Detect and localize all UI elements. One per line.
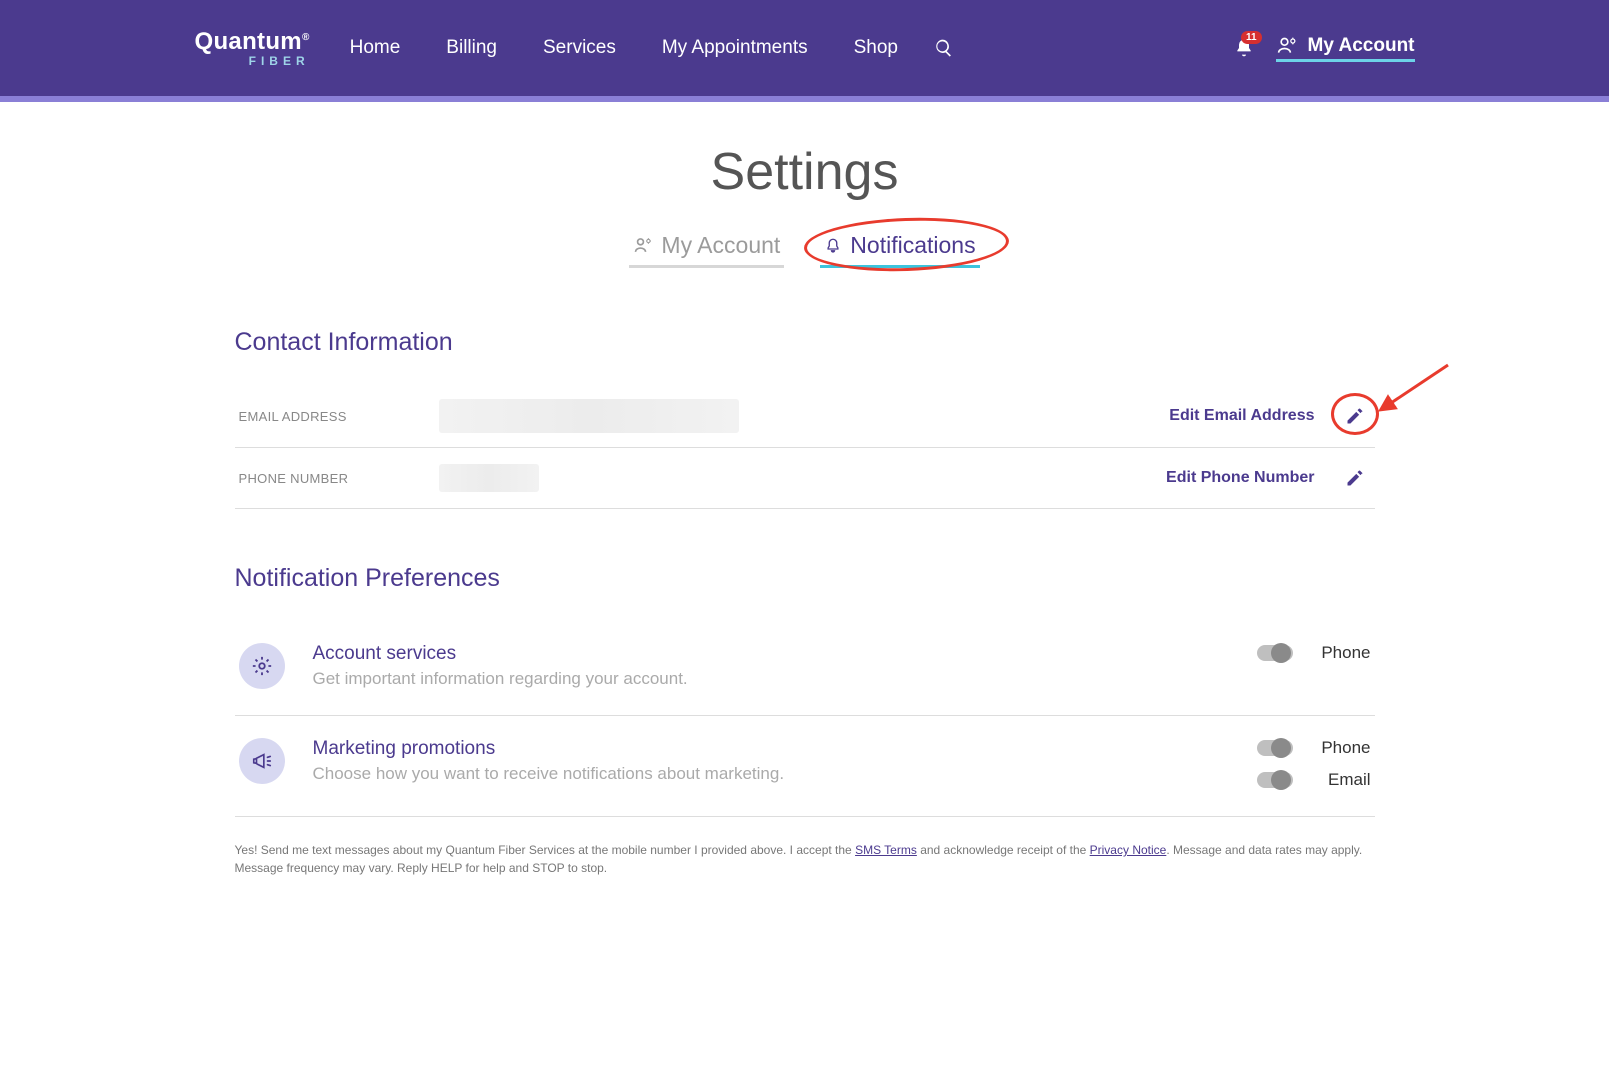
primary-nav: Home Billing Services My Appointments Sh… <box>350 37 898 59</box>
search-icon[interactable] <box>934 38 954 58</box>
pref-marketing-text: Marketing promotions Choose how you want… <box>313 738 785 784</box>
toggle-marketing-email[interactable] <box>1257 772 1293 788</box>
settings-tabs: My Account Notifications <box>235 228 1375 268</box>
brand-subtext: FIBER <box>195 54 310 68</box>
pref-account-text: Account services Get important informati… <box>313 643 688 689</box>
pref-account-desc: Get important information regarding your… <box>313 669 688 689</box>
edit-email-group: Edit Email Address <box>1169 400 1370 432</box>
pref-account-title: Account services <box>313 643 688 665</box>
header-right: 11 My Account <box>1234 35 1415 62</box>
contact-row-phone: PHONE NUMBER Edit Phone Number <box>235 448 1375 509</box>
tab-my-account[interactable]: My Account <box>629 228 784 268</box>
toggle-account-phone[interactable] <box>1257 645 1293 661</box>
pref-marketing-title: Marketing promotions <box>313 738 785 760</box>
annotation-arrow <box>1373 360 1453 420</box>
toggle-marketing-email-label: Email <box>1315 770 1371 790</box>
pref-marketing-promotions: Marketing promotions Choose how you want… <box>235 716 1375 817</box>
site-header: Quantum® FIBER Home Billing Services My … <box>0 0 1609 102</box>
page-title: Settings <box>235 142 1375 202</box>
toggle-row-marketing-email: Email <box>1257 770 1371 790</box>
notification-badge: 11 <box>1241 31 1262 44</box>
nav-services[interactable]: Services <box>543 37 616 59</box>
person-gear-icon <box>1276 36 1298 56</box>
phone-value-redacted <box>439 464 539 492</box>
my-account-label: My Account <box>1308 35 1415 57</box>
pencil-icon <box>1345 468 1365 488</box>
pencil-icon <box>1345 406 1365 426</box>
tab-my-account-label: My Account <box>661 232 780 259</box>
toggle-marketing-phone-label: Phone <box>1315 738 1371 758</box>
tab-notifications-label: Notifications <box>850 232 975 259</box>
edit-phone-button[interactable] <box>1339 462 1371 494</box>
gear-icon <box>251 655 273 677</box>
notification-preferences-section: Notification Preferences Account service… <box>235 564 1375 877</box>
prefs-heading: Notification Preferences <box>235 564 1375 593</box>
person-gear-icon <box>633 236 653 256</box>
edit-phone-group: Edit Phone Number <box>1166 462 1370 494</box>
pref-marketing-toggles: Phone Email <box>1257 738 1371 790</box>
main-content: Settings My Account Notifications Contac… <box>185 102 1425 917</box>
my-account-link[interactable]: My Account <box>1276 35 1415 62</box>
megaphone-icon <box>251 750 273 772</box>
email-label: EMAIL ADDRESS <box>239 409 439 424</box>
brand-name: Quantum® <box>195 28 310 56</box>
sms-terms-link[interactable]: SMS Terms <box>855 843 917 857</box>
megaphone-circle-icon <box>239 738 285 784</box>
tab-notifications[interactable]: Notifications <box>820 228 979 268</box>
contact-row-email: EMAIL ADDRESS Edit Email Address <box>235 385 1375 448</box>
edit-email-button[interactable] <box>1339 400 1371 432</box>
tab-notifications-wrap: Notifications <box>820 228 979 268</box>
privacy-notice-link[interactable]: Privacy Notice <box>1090 843 1167 857</box>
contact-heading: Contact Information <box>235 328 1375 357</box>
email-value-redacted <box>439 399 739 433</box>
brand-logo[interactable]: Quantum® FIBER <box>195 28 310 68</box>
notifications-bell[interactable]: 11 <box>1234 37 1254 59</box>
toggle-account-phone-label: Phone <box>1315 643 1371 663</box>
toggle-row-marketing-phone: Phone <box>1257 738 1371 758</box>
pref-account-services: Account services Get important informati… <box>235 621 1375 716</box>
bell-icon <box>824 236 842 256</box>
nav-billing[interactable]: Billing <box>446 37 497 59</box>
nav-appointments[interactable]: My Appointments <box>662 37 808 59</box>
pref-marketing-desc: Choose how you want to receive notificat… <box>313 764 785 784</box>
edit-email-label[interactable]: Edit Email Address <box>1169 407 1314 425</box>
gear-circle-icon <box>239 643 285 689</box>
toggle-row-account-phone: Phone <box>1257 643 1371 663</box>
pref-account-toggles: Phone <box>1257 643 1371 663</box>
phone-label: PHONE NUMBER <box>239 471 439 486</box>
contact-information-section: Contact Information EMAIL ADDRESS Edit E… <box>235 328 1375 509</box>
header-inner: Quantum® FIBER Home Billing Services My … <box>135 0 1475 96</box>
nav-shop[interactable]: Shop <box>854 37 898 59</box>
toggle-marketing-phone[interactable] <box>1257 740 1293 756</box>
nav-home[interactable]: Home <box>350 37 401 59</box>
edit-phone-label[interactable]: Edit Phone Number <box>1166 469 1314 487</box>
sms-disclaimer: Yes! Send me text messages about my Quan… <box>235 841 1375 877</box>
